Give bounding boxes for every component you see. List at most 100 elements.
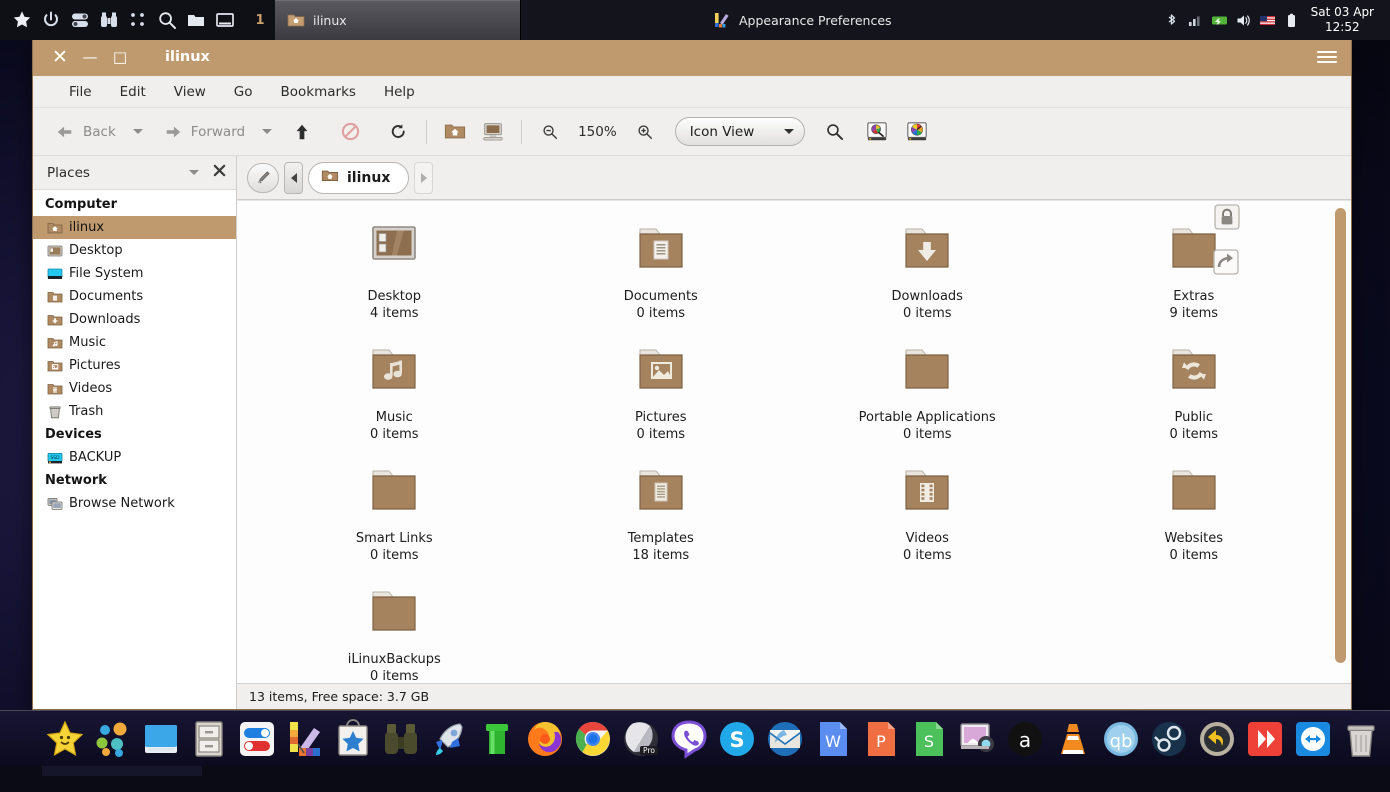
window-titlebar[interactable]: ✕ — □ ilinux <box>33 37 1351 76</box>
menu-file[interactable]: File <box>57 80 104 104</box>
star-smiley-icon[interactable] <box>44 718 86 760</box>
sidebar-item-ilinux[interactable]: ilinux <box>33 216 236 239</box>
steam-icon[interactable] <box>1148 718 1190 760</box>
close-icon[interactable] <box>213 164 226 181</box>
vertical-scrollbar[interactable] <box>1335 208 1346 663</box>
chrome-icon[interactable] <box>572 718 614 760</box>
search-button[interactable] <box>817 116 853 148</box>
file-item-ilinuxbackups[interactable]: iLinuxBackups 0 items <box>261 576 528 683</box>
path-scroll-right-button[interactable] <box>414 161 434 194</box>
viber-icon[interactable] <box>668 718 710 760</box>
zoom-in-button[interactable] <box>627 116 663 148</box>
task-button-appearance-preferences[interactable]: Appearance Preferences <box>701 0 1021 40</box>
sidebar-item-backup[interactable]: SSD BACKUP <box>33 446 236 469</box>
pencil-path-icon[interactable] <box>247 162 279 193</box>
grid-dots-icon[interactable] <box>128 10 148 30</box>
teamviewer-icon[interactable] <box>1292 718 1334 760</box>
file-item-smart-links[interactable]: Smart Links 0 items <box>261 455 528 576</box>
task-button-ilinux[interactable]: ilinux <box>275 0 521 40</box>
computer-button[interactable] <box>475 116 511 148</box>
file-item-desktop[interactable]: Desktop 4 items <box>261 213 528 334</box>
us-flag-icon[interactable] <box>1259 12 1276 29</box>
maximize-icon[interactable]: □ <box>105 42 135 72</box>
folder-icon[interactable] <box>186 10 206 30</box>
toggles-icon[interactable] <box>236 718 278 760</box>
menu-view[interactable]: View <box>162 80 218 104</box>
binoculars-icon[interactable] <box>99 10 119 30</box>
color-picker-button[interactable] <box>899 116 935 148</box>
menu-bookmarks[interactable]: Bookmarks <box>269 80 368 104</box>
toggle-icon[interactable] <box>70 10 90 30</box>
undo-icon[interactable] <box>1196 718 1238 760</box>
power-icon[interactable] <box>41 10 61 30</box>
chevron-down-icon[interactable] <box>189 170 199 175</box>
file-item-documents[interactable]: Documents 0 items <box>528 213 795 334</box>
breadcrumb-ilinux[interactable]: ilinux <box>308 161 410 194</box>
zoom-out-button[interactable] <box>532 116 568 148</box>
menu-edit[interactable]: Edit <box>108 80 158 104</box>
file-icon-area[interactable]: Desktop 4 items Documents 0 items Downlo… <box>237 200 1351 683</box>
sidebar-item-music[interactable]: Music <box>33 331 236 354</box>
star-icon[interactable] <box>12 10 32 30</box>
forward-button[interactable]: Forward <box>155 116 252 148</box>
back-button[interactable]: Back <box>47 116 123 148</box>
battery-icon[interactable] <box>1283 12 1300 29</box>
signal-bars-icon[interactable] <box>1187 12 1204 29</box>
word-icon[interactable]: W <box>812 718 854 760</box>
file-item-music[interactable]: Music 0 items <box>261 334 528 455</box>
file-item-pictures[interactable]: Pictures 0 items <box>528 334 795 455</box>
close-icon[interactable]: ✕ <box>45 42 75 72</box>
file-item-public[interactable]: Public 0 items <box>1061 334 1328 455</box>
window-blue-icon[interactable] <box>140 718 182 760</box>
bluetooth-icon[interactable] <box>1163 12 1180 29</box>
minimize-icon[interactable]: — <box>75 42 105 72</box>
sidebar-item-desktop[interactable]: Desktop <box>33 239 236 262</box>
volume-icon[interactable] <box>1235 12 1252 29</box>
path-scroll-left-button[interactable] <box>284 161 303 194</box>
color-swatch-icon[interactable] <box>284 718 326 760</box>
view-mode-select[interactable]: Icon View <box>674 117 805 146</box>
rocket-icon[interactable] <box>428 718 470 760</box>
menu-go[interactable]: Go <box>222 80 265 104</box>
file-item-videos[interactable]: Videos 0 items <box>794 455 1061 576</box>
file-cabinet-icon[interactable] <box>188 718 230 760</box>
hamburger-menu-icon[interactable] <box>1317 50 1337 63</box>
file-item-downloads[interactable]: Downloads 0 items <box>794 213 1061 334</box>
sidebar-item-videos[interactable]: Videos <box>33 377 236 400</box>
dots-cluster-icon[interactable] <box>92 718 134 760</box>
sidebar-item-file-system[interactable]: File System <box>33 262 236 285</box>
binoculars-icon[interactable] <box>380 718 422 760</box>
skype-icon[interactable]: S <box>716 718 758 760</box>
menu-help[interactable]: Help <box>372 80 427 104</box>
green-pipe-icon[interactable] <box>476 718 518 760</box>
app-store-icon[interactable] <box>332 718 374 760</box>
window-icon[interactable] <box>215 10 235 30</box>
powerpoint-icon[interactable]: P <box>860 718 902 760</box>
reload-button[interactable] <box>380 116 416 148</box>
workspace-indicator[interactable]: 1 <box>245 0 275 40</box>
file-item-extras[interactable]: Extras 9 items <box>1061 204 1328 334</box>
amazon-icon[interactable]: a <box>1004 718 1046 760</box>
network-icon[interactable] <box>1211 12 1228 29</box>
file-item-portable-applications[interactable]: Portable Applications 0 items <box>794 334 1061 455</box>
find-files-button[interactable] <box>859 116 895 148</box>
search-icon[interactable] <box>157 10 177 30</box>
webcam-icon[interactable] <box>956 718 998 760</box>
opera-pro-icon[interactable]: Pro <box>620 718 662 760</box>
forward-history-chevron-down-icon[interactable] <box>262 129 273 134</box>
trash-icon[interactable] <box>1340 718 1382 760</box>
file-item-websites[interactable]: Websites 0 items <box>1061 455 1328 576</box>
firefox-icon[interactable] <box>524 718 566 760</box>
qbittorrent-icon[interactable]: qb <box>1100 718 1142 760</box>
anydesk-icon[interactable] <box>1244 718 1286 760</box>
sidebar-item-trash[interactable]: Trash <box>33 400 236 423</box>
sidebar-item-downloads[interactable]: Downloads <box>33 308 236 331</box>
thunderbird-icon[interactable] <box>764 718 806 760</box>
back-history-chevron-down-icon[interactable] <box>132 129 143 134</box>
sidebar-item-pictures[interactable]: Pictures <box>33 354 236 377</box>
clock[interactable]: Sat 03 Apr 12:52 <box>1307 5 1382 35</box>
file-item-templates[interactable]: Templates 18 items <box>528 455 795 576</box>
sidebar-item-documents[interactable]: Documents <box>33 285 236 308</box>
vlc-icon[interactable] <box>1052 718 1094 760</box>
sheets-icon[interactable]: S <box>908 718 950 760</box>
